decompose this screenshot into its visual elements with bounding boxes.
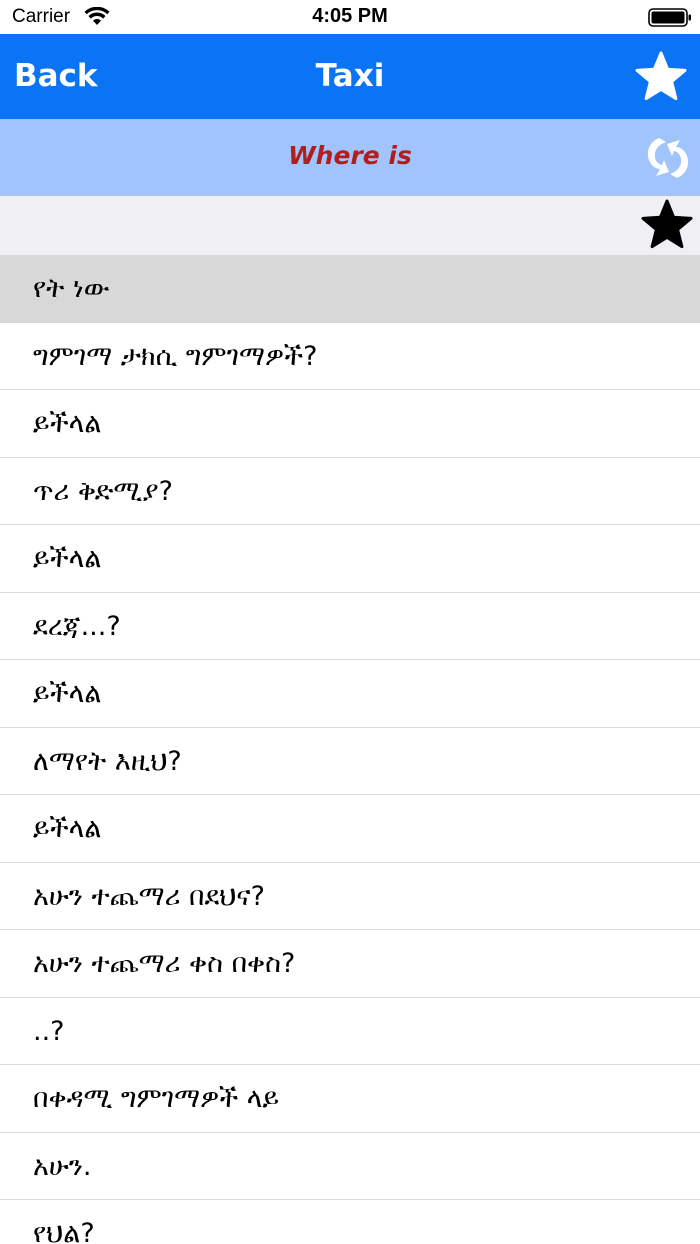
- page-title: Taxi: [315, 58, 385, 94]
- clock: 4:05 PM: [312, 5, 388, 27]
- list-item[interactable]: ይችላል: [0, 660, 700, 728]
- list-item[interactable]: የህል?: [0, 1200, 700, 1244]
- list-item[interactable]: ጥሪ ቅድሚያ?: [0, 458, 700, 525]
- phrase-list[interactable]: የት ነው ግምገማ ታክሲ ግምገማዎች? ይችላል ጥሪ ቅድሚያ? ይችላ…: [0, 255, 700, 1244]
- list-item[interactable]: አሁን ተጨማሪ በደህና?: [0, 863, 700, 930]
- list-item[interactable]: ይችላል: [0, 525, 700, 593]
- list-item[interactable]: ..?: [0, 998, 700, 1065]
- list-item[interactable]: ግምገማ ታክሲ ግምገማዎች?: [0, 323, 700, 390]
- battery-icon: [648, 8, 691, 27]
- list-item[interactable]: ለማየት እዚህ?: [0, 728, 700, 795]
- star-outline-icon[interactable]: [634, 50, 688, 104]
- list-item[interactable]: ይችላል: [0, 795, 700, 863]
- back-button[interactable]: Back: [14, 58, 98, 94]
- list-item[interactable]: አሁን.: [0, 1133, 700, 1200]
- status-bar: Carrier 4:05 PM: [0, 0, 700, 34]
- navigation-bar: Back Taxi: [0, 34, 700, 119]
- list-item[interactable]: ይችላል: [0, 390, 700, 458]
- list-item[interactable]: በቀዳሚ ግምገማዎች ላይ: [0, 1065, 700, 1133]
- swap-language-icon[interactable]: [642, 132, 694, 184]
- list-section-header: የት ነው: [0, 255, 700, 323]
- list-item[interactable]: አሁን ተጨማሪ ቀስ በቀስ?: [0, 930, 700, 998]
- list-item[interactable]: ደረጃ...?: [0, 593, 700, 660]
- category-header: Where is: [0, 119, 700, 196]
- category-label: Where is: [288, 141, 412, 170]
- star-filled-icon[interactable]: [640, 198, 694, 252]
- favorites-strip: [0, 196, 700, 255]
